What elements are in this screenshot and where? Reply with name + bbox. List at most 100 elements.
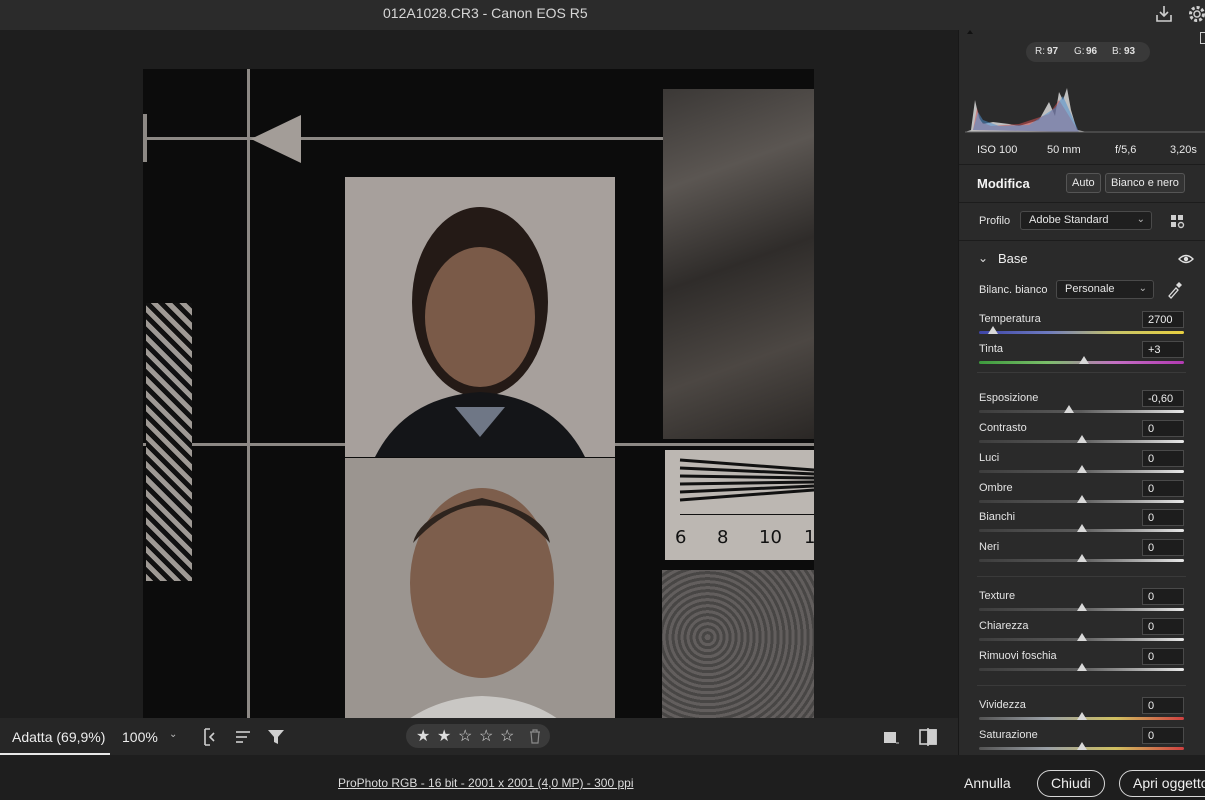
slider-thumb[interactable]: [1076, 554, 1087, 562]
slider-thumb[interactable]: [988, 326, 999, 334]
cancel-button[interactable]: Annulla: [964, 775, 1011, 791]
divider: [959, 240, 1205, 241]
chevron-down-icon[interactable]: ⌄: [978, 251, 988, 265]
scale-label: 1: [804, 527, 814, 548]
save-download-icon[interactable]: [1153, 3, 1175, 25]
image-canvas[interactable]: 6 8 10 1: [0, 30, 958, 739]
divider: [959, 202, 1205, 203]
slider-label: Neri: [979, 541, 1000, 553]
star-icon[interactable]: ☆: [500, 726, 514, 746]
divider: [959, 164, 1205, 165]
slider-thumb[interactable]: [1076, 524, 1087, 532]
focal-length: 50 mm: [1047, 144, 1081, 156]
r-value: 97: [1047, 46, 1059, 57]
slider-value-input[interactable]: 0: [1142, 420, 1184, 437]
chevron-down-icon: ⌄: [1138, 283, 1147, 294]
base-section-title[interactable]: Base: [998, 251, 1028, 266]
slider-thumb[interactable]: [1064, 405, 1075, 413]
profile-value: Adobe Standard: [1029, 214, 1109, 226]
profile-select[interactable]: Adobe Standard ⌄: [1020, 211, 1152, 230]
star-icon[interactable]: ☆: [479, 726, 493, 746]
slider-value-input[interactable]: 0: [1142, 509, 1184, 526]
arrow-mark: [251, 115, 301, 163]
slider-value-input[interactable]: 0: [1142, 697, 1184, 714]
aperture-value: f/5,6: [1115, 144, 1137, 156]
white-balance-select[interactable]: Personale ⌄: [1056, 280, 1154, 299]
zoom-fit-button[interactable]: Adatta (69,9%): [0, 718, 110, 755]
resolution-scale: 6 8 10 1: [665, 450, 814, 560]
eyedropper-icon[interactable]: [1166, 281, 1182, 304]
sort-icon[interactable]: [233, 726, 255, 748]
slider-thumb[interactable]: [1076, 633, 1087, 641]
slider-thumb[interactable]: [1076, 663, 1087, 671]
divider: [977, 372, 1186, 373]
slider-value-input[interactable]: +3: [1142, 341, 1184, 358]
slider-thumb[interactable]: [1076, 712, 1087, 720]
divider: [977, 685, 1186, 686]
chart-line: [247, 69, 250, 739]
engraving-image: [663, 89, 814, 439]
star-icon[interactable]: ★: [437, 726, 451, 746]
footer-bar: ProPhoto RGB - 16 bit - 2001 x 2001 (4,0…: [0, 755, 1205, 800]
slider-label: Texture: [979, 590, 1016, 602]
white-balance-value: Personale: [1065, 283, 1115, 295]
slider-track[interactable]: [979, 410, 1184, 413]
filter-icon[interactable]: [265, 726, 287, 748]
slider-thumb[interactable]: [1076, 465, 1087, 473]
slider-label: Tinta: [979, 343, 1004, 355]
b-label: B:: [1112, 46, 1122, 57]
star-icon[interactable]: ★: [416, 726, 430, 746]
trash-icon[interactable]: [528, 728, 542, 744]
slider-value-input[interactable]: 0: [1142, 480, 1184, 497]
chevron-down-icon: ⌄: [1136, 214, 1145, 225]
slider-thumb[interactable]: [1078, 356, 1089, 364]
slider-label: Temperatura: [979, 313, 1041, 325]
resolution-pattern: [146, 303, 192, 581]
iso-value: ISO 100: [977, 144, 1018, 156]
chevron-down-icon[interactable]: ⌄: [169, 729, 177, 740]
filmstrip-icon[interactable]: [201, 726, 223, 748]
star-icon[interactable]: ☆: [458, 726, 472, 746]
slider-value-input[interactable]: 2700: [1142, 311, 1184, 328]
close-button[interactable]: Chiudi: [1037, 770, 1105, 797]
gear-icon[interactable]: [1186, 3, 1205, 25]
star-rating[interactable]: ★ ★ ☆ ☆ ☆: [406, 724, 550, 748]
histogram: R: 97 G: 96 B: 93: [959, 30, 1205, 140]
canvas-toolbar: Adatta (69,9%) 100% ⌄ ★ ★ ☆ ☆ ☆: [0, 718, 958, 755]
slider-label: Bianchi: [979, 511, 1016, 523]
slider-label: Rimuovi foschia: [979, 650, 1057, 662]
title-bar: 012A1028.CR3 - Canon EOS R5: [0, 0, 1205, 30]
portrait-man: [345, 458, 615, 739]
edit-panel: R: 97 G: 96 B: 93 ISO 100 50 mm f/5,6 3,…: [958, 30, 1205, 755]
profile-label: Profilo: [979, 215, 1011, 227]
slider-value-input[interactable]: 0: [1142, 618, 1184, 635]
slider-value-input[interactable]: 0: [1142, 648, 1184, 665]
slider-thumb[interactable]: [1076, 603, 1087, 611]
slider-thumb[interactable]: [1076, 435, 1087, 443]
slider-label: Saturazione: [979, 729, 1038, 741]
slider-track[interactable]: [979, 331, 1184, 334]
slider-value-input[interactable]: 0: [1142, 588, 1184, 605]
file-info-link[interactable]: ProPhoto RGB - 16 bit - 2001 x 2001 (4,0…: [338, 776, 634, 790]
zoom-100-button[interactable]: 100%: [122, 729, 158, 745]
scale-label: 6: [675, 527, 687, 548]
slider-label: Vividezza: [979, 699, 1026, 711]
window-title: 012A1028.CR3 - Canon EOS R5: [383, 5, 588, 21]
open-object-button[interactable]: Apri oggetto: [1119, 770, 1205, 797]
slider-thumb[interactable]: [1076, 495, 1087, 503]
slider-label: Esposizione: [979, 392, 1039, 404]
black-white-button[interactable]: Bianco e nero: [1105, 173, 1185, 193]
slider-value-input[interactable]: -0,60: [1142, 390, 1184, 407]
slider-value-input[interactable]: 0: [1142, 539, 1184, 556]
photo-preview[interactable]: 6 8 10 1: [143, 69, 814, 739]
clipping-indicator-icon[interactable]: [1200, 32, 1205, 44]
slider-label: Luci: [979, 452, 1000, 464]
auto-button[interactable]: Auto: [1066, 173, 1101, 193]
single-view-icon[interactable]: [880, 726, 902, 748]
slider-thumb[interactable]: [1076, 742, 1087, 750]
slider-value-input[interactable]: 0: [1142, 727, 1184, 744]
slider-value-input[interactable]: 0: [1142, 450, 1184, 467]
eye-icon[interactable]: [1178, 252, 1194, 270]
before-after-icon[interactable]: [917, 726, 939, 748]
profile-browser-icon[interactable]: [1170, 214, 1186, 235]
